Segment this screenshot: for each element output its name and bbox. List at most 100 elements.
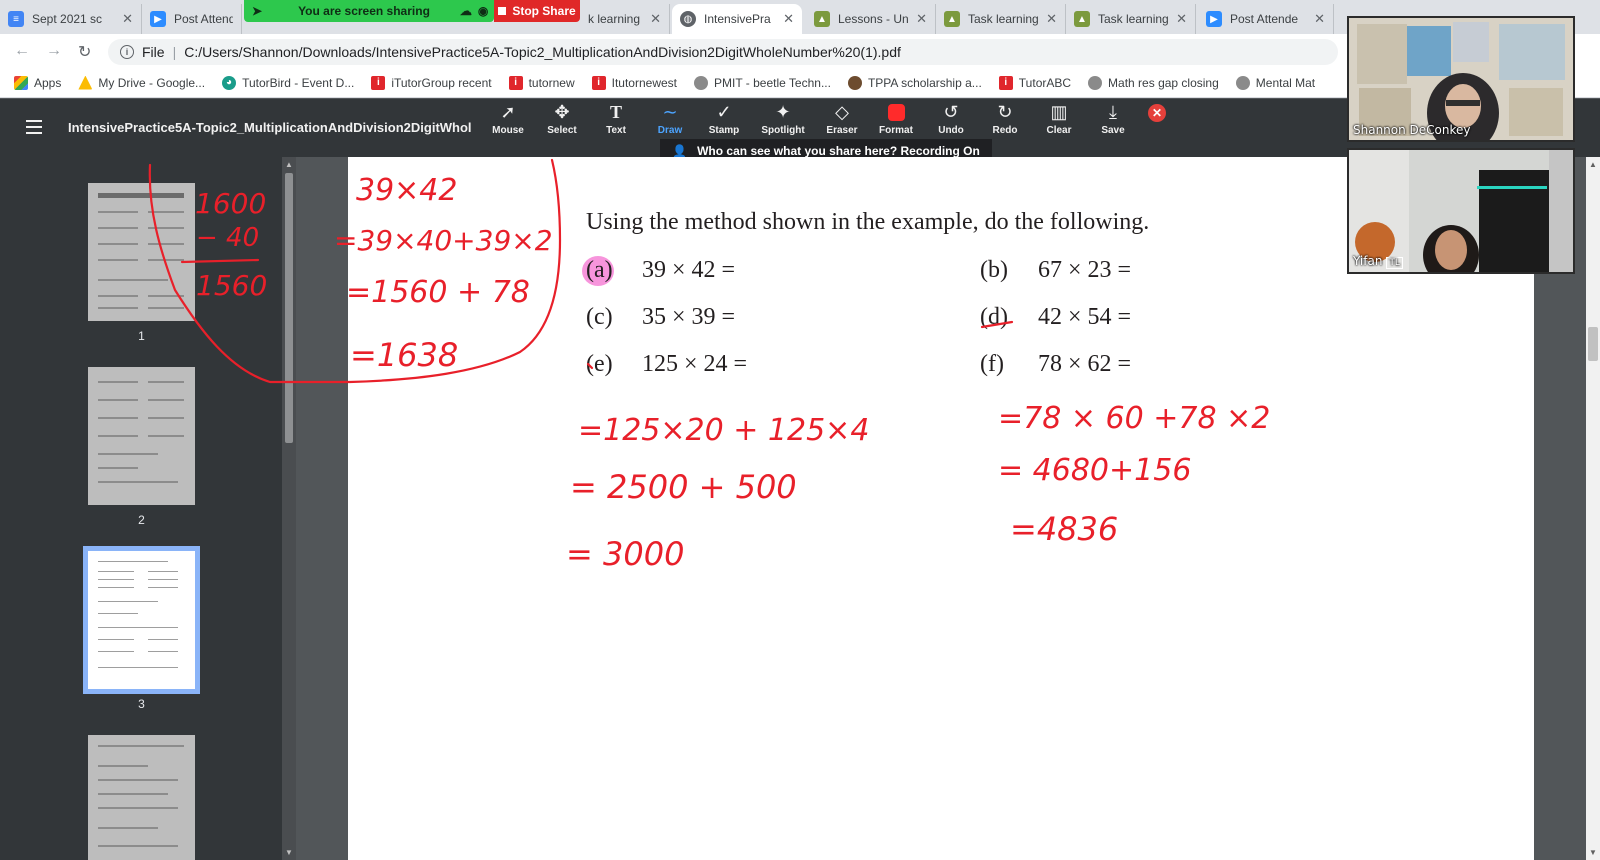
tab-task-learning-1[interactable]: ▲ Task learning ✕: [936, 4, 1066, 34]
tutorbird-icon: ◕: [222, 75, 237, 90]
bookmark-itutornewest[interactable]: i Itutornewest: [591, 75, 677, 90]
reload-icon[interactable]: ↻: [78, 42, 91, 62]
move-icon: ✥: [554, 102, 570, 122]
redo-icon: ↻: [997, 102, 1013, 122]
page-thumbnail-number: 2: [138, 513, 145, 527]
task-icon: ▲: [1074, 11, 1090, 27]
tool-label: Text: [606, 125, 626, 136]
tab-intensive-practice[interactable]: ◍ IntensivePra ✕: [672, 4, 802, 34]
url-bar[interactable]: i File | C:/Users/Shannon/Downloads/Inte…: [108, 39, 1338, 65]
tool-text[interactable]: T Text: [588, 101, 644, 136]
screen-sharing-banner[interactable]: ➤ You are screen sharing ☁ ◉: [244, 0, 494, 22]
close-icon[interactable]: ✕: [1046, 11, 1057, 27]
video-tile-shannon[interactable]: Shannon DeConkey: [1347, 16, 1575, 142]
question-expression: 35 × 39 =: [642, 304, 736, 330]
close-annotation-icon[interactable]: ✕: [1148, 104, 1166, 122]
close-icon[interactable]: ✕: [916, 11, 927, 27]
page-scrollbar[interactable]: ▲ ▼: [1586, 157, 1600, 860]
bookmark-tutorabc[interactable]: i TutorABC: [998, 75, 1071, 90]
participant-badge: TL: [1386, 257, 1403, 269]
tool-mouse[interactable]: ➚ Mouse: [480, 101, 536, 136]
eraser-icon: ◇: [835, 102, 849, 122]
tool-stamp[interactable]: ✓ Stamp: [696, 101, 752, 136]
tool-format[interactable]: Format: [868, 101, 924, 136]
bookmark-tppa[interactable]: TPPA scholarship a...: [847, 75, 982, 90]
docs-icon: ≡: [8, 11, 24, 27]
back-icon[interactable]: ←: [14, 42, 30, 60]
participant-name-row: Yifan TL: [1353, 254, 1403, 269]
page-thumbnail-4[interactable]: [88, 735, 195, 860]
tool-draw[interactable]: ∼ Draw: [642, 101, 698, 136]
forward-icon[interactable]: →: [46, 42, 62, 60]
instruction-text: Using the method shown in the example, d…: [586, 209, 1150, 235]
globe-icon: [1088, 75, 1103, 90]
close-icon[interactable]: ✕: [1314, 11, 1325, 27]
sidebar-scroll-thumb[interactable]: [285, 173, 293, 443]
tool-redo[interactable]: ↻ Redo: [977, 101, 1033, 136]
bookmark-tutorbird[interactable]: ◕ TutorBird - Event D...: [222, 75, 355, 90]
question-expression: 125 × 24 =: [642, 351, 748, 377]
bookmark-mental-math[interactable]: Mental Mat: [1235, 75, 1315, 90]
tab-task-learning-2[interactable]: ▲ Task learning ✕: [1066, 4, 1196, 34]
page-scroll-thumb[interactable]: [1588, 327, 1598, 361]
tool-select[interactable]: ✥ Select: [534, 101, 590, 136]
bookmark-label: tutornew: [528, 75, 575, 90]
stop-icon: [498, 7, 507, 15]
tab-label: Post Attende: [1230, 12, 1299, 26]
tool-save[interactable]: ⤓ Save: [1085, 101, 1141, 136]
bookmark-pmit[interactable]: PMIT - beetle Techn...: [694, 75, 831, 90]
tab-lessons[interactable]: ▲ Lessons - Un ✕: [806, 4, 936, 34]
bookmark-apps[interactable]: Apps: [14, 75, 61, 90]
close-icon[interactable]: ✕: [1176, 11, 1187, 27]
tool-label: Select: [547, 125, 577, 136]
menu-icon[interactable]: [26, 120, 42, 134]
scroll-up-icon[interactable]: ▲: [285, 160, 293, 169]
question-label: (c): [586, 304, 613, 330]
tool-undo[interactable]: ↺ Undo: [923, 101, 979, 136]
close-icon[interactable]: ✕: [122, 11, 133, 27]
trash-icon: ▥: [1050, 102, 1068, 122]
globe-icon: ◍: [680, 11, 696, 27]
tab-post-attendee-2[interactable]: ▶ Post Attende ✕: [1198, 4, 1334, 34]
page-thumbnail-number: 1: [138, 329, 145, 343]
tool-clear[interactable]: ▥ Clear: [1031, 101, 1087, 136]
zoom-icon: ▶: [150, 11, 166, 27]
close-icon[interactable]: ✕: [650, 11, 661, 27]
scroll-down-icon[interactable]: ▼: [285, 848, 293, 857]
bookmark-math-res[interactable]: Math res gap closing: [1088, 75, 1219, 90]
video-tile-yifan[interactable]: Yifan TL: [1347, 148, 1575, 274]
save-icon: ⤓: [1109, 102, 1117, 122]
tab-sept-2021[interactable]: ≡ Sept 2021 sc ✕: [0, 4, 142, 34]
bookmark-label: Itutornewest: [611, 75, 677, 90]
tool-eraser[interactable]: ◇ Eraser: [814, 101, 870, 136]
question-label: (a): [586, 257, 613, 283]
scroll-up-icon[interactable]: ▲: [1589, 160, 1597, 169]
page-thumbnail-3[interactable]: [83, 546, 200, 694]
bookmark-label: iTutorGroup recent: [391, 75, 492, 90]
format-icon: [868, 101, 924, 123]
stop-share-label: Stop Share: [512, 4, 576, 18]
undo-icon: ↺: [943, 102, 959, 122]
bookmark-itutorgroup[interactable]: i iTutorGroup recent: [371, 75, 492, 90]
scroll-down-icon[interactable]: ▼: [1589, 848, 1597, 857]
tool-spotlight[interactable]: ✦ Spotlight: [752, 101, 814, 136]
tab-post-attendee[interactable]: ▶ Post Attende: [142, 4, 242, 34]
sidebar-scrollbar[interactable]: ▲ ▼: [282, 157, 296, 860]
stop-share-button[interactable]: Stop Share: [494, 0, 580, 22]
url-text: C:/Users/Shannon/Downloads/IntensivePrac…: [184, 44, 901, 60]
page-thumbnail-1[interactable]: [88, 183, 195, 321]
question-label: (e): [586, 351, 613, 377]
bookmark-label: TutorBird - Event D...: [242, 75, 355, 90]
bookmark-tutornew[interactable]: i tutornew: [508, 75, 575, 90]
tool-label: Redo: [992, 125, 1018, 136]
person-icon: 👤: [672, 144, 688, 158]
apps-icon: [14, 75, 28, 90]
bookmark-my-drive[interactable]: My Drive - Google...: [78, 75, 205, 90]
screen-sharing-label: You are screen sharing: [298, 4, 430, 18]
info-icon[interactable]: i: [120, 45, 134, 59]
close-icon[interactable]: ✕: [783, 11, 794, 27]
tab-label: Post Attende: [174, 12, 233, 26]
page-thumbnail-2[interactable]: [88, 367, 195, 505]
cursor-icon: ➚: [500, 102, 516, 122]
tab-task-learning-partial[interactable]: k learning ✕: [580, 4, 670, 34]
